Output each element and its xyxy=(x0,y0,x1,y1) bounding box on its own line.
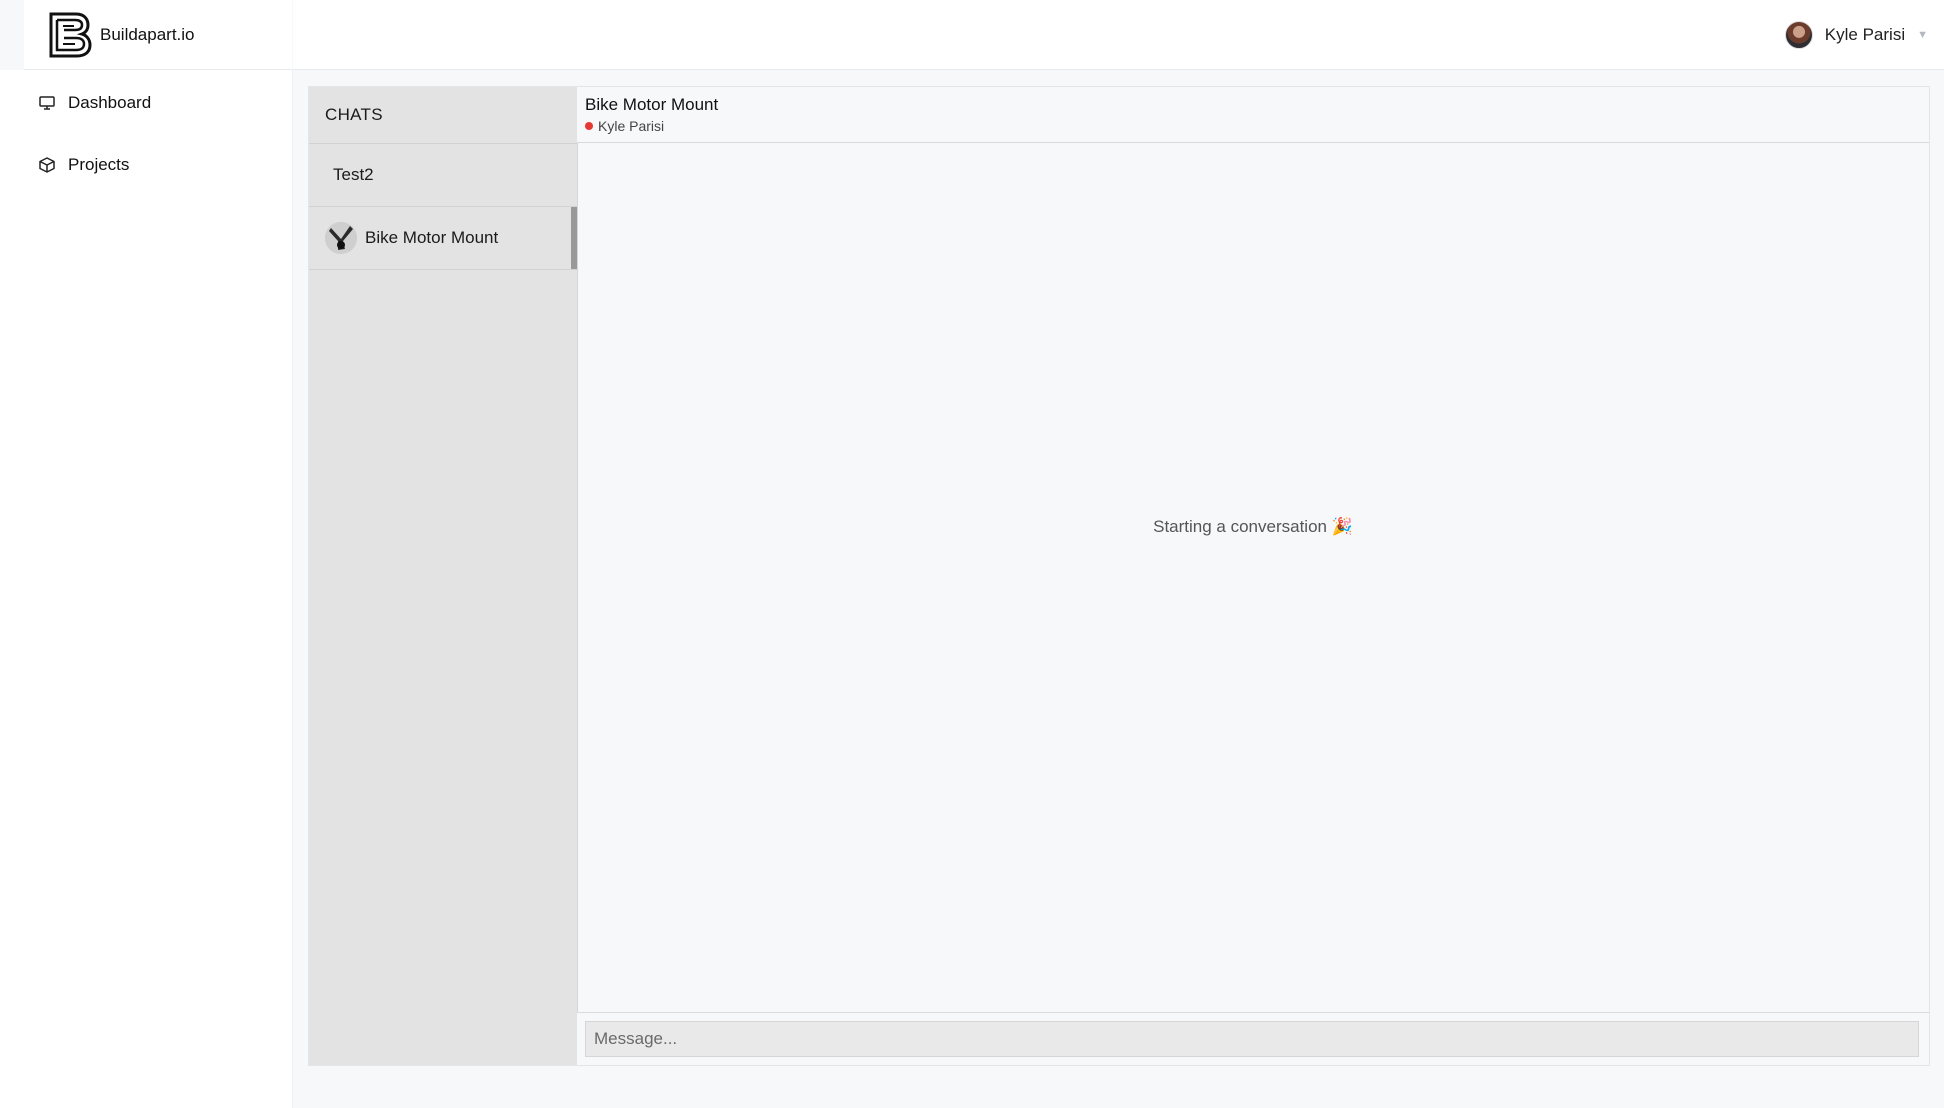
status-dot-icon xyxy=(585,122,593,130)
buildapart-logo-icon xyxy=(48,11,92,59)
message-input[interactable] xyxy=(585,1021,1919,1057)
participant-name: Kyle Parisi xyxy=(598,118,665,134)
chevron-down-icon: ▼ xyxy=(1917,28,1928,41)
conversation-participant: Kyle Parisi xyxy=(585,118,664,134)
user-name: Kyle Parisi xyxy=(1824,24,1906,44)
monitor-icon xyxy=(38,94,56,112)
sidebar-item-dashboard[interactable]: Dashboard xyxy=(38,93,151,113)
brand[interactable]: Buildapart.io xyxy=(24,0,292,70)
chat-item-label: Test2 xyxy=(333,165,374,184)
chat-item-label: Bike Motor Mount xyxy=(365,228,499,247)
sidebar: Dashboard Projects xyxy=(0,70,293,1108)
project-thumbnail xyxy=(325,222,357,254)
chat-panel: CHATS Test2 Bike Motor Mount Bike Motor … xyxy=(308,86,1930,1066)
chat-list-item-test2[interactable]: Test2 xyxy=(309,144,577,207)
cube-icon xyxy=(38,156,56,174)
avatar xyxy=(1784,20,1813,49)
sidebar-item-label: Projects xyxy=(68,155,130,174)
user-menu[interactable]: Kyle Parisi ▼ xyxy=(1784,0,1928,69)
conversation-title: Bike Motor Mount xyxy=(585,95,719,114)
empty-conversation-message: Starting a conversation 🎉 xyxy=(1153,517,1353,536)
chats-heading: CHATS xyxy=(309,87,577,144)
message-composer xyxy=(577,1012,1929,1065)
conversation: Bike Motor Mount Kyle Parisi Starting a … xyxy=(577,87,1929,1065)
conversation-header: Bike Motor Mount Kyle Parisi xyxy=(577,87,1929,143)
top-header: Kyle Parisi ▼ xyxy=(293,0,1944,70)
sidebar-item-projects[interactable]: Projects xyxy=(38,155,129,175)
chat-list: CHATS Test2 Bike Motor Mount xyxy=(309,87,578,1065)
brand-name: Buildapart.io xyxy=(100,24,195,44)
sidebar-item-label: Dashboard xyxy=(68,93,152,112)
chat-list-item-bike-motor-mount[interactable]: Bike Motor Mount xyxy=(309,207,577,270)
